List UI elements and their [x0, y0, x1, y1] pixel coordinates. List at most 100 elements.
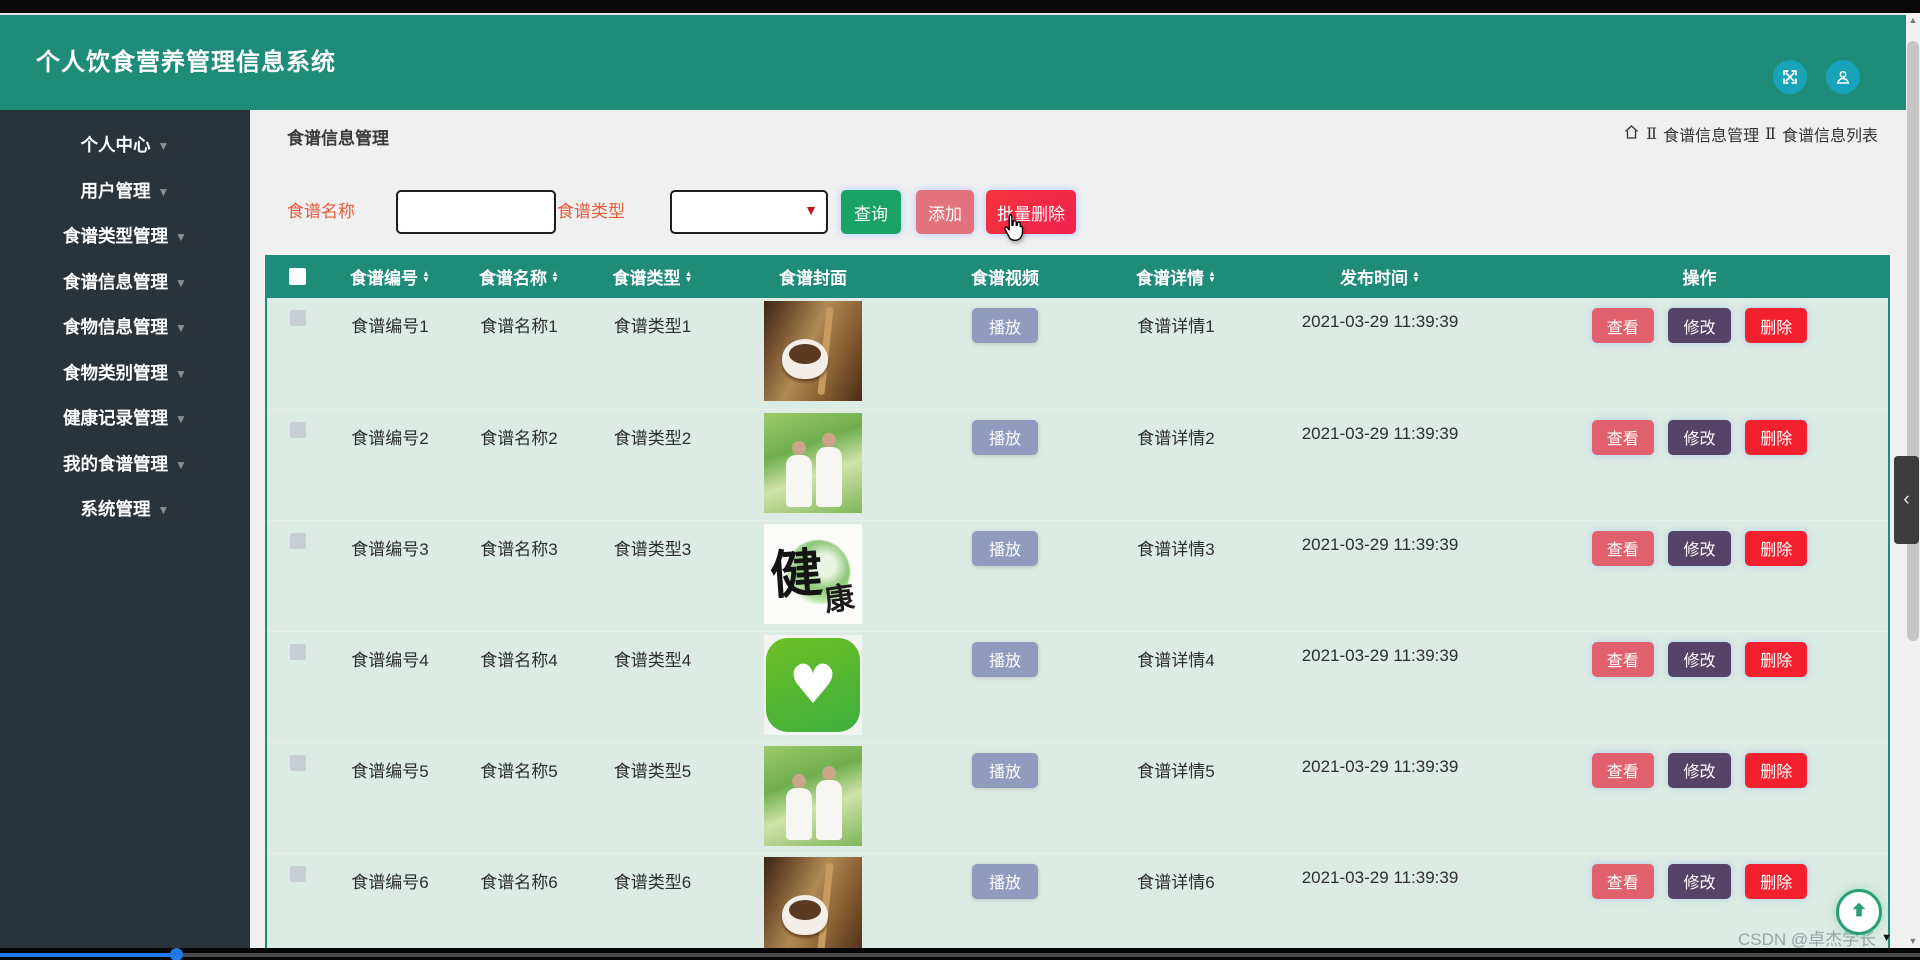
recipe-detail-cell: 食谱详情6	[1137, 872, 1215, 892]
panel-collapse-tab[interactable]: ‹	[1894, 456, 1919, 544]
view-button[interactable]: 查看	[1591, 530, 1654, 566]
delete-button[interactable]: 删除	[1745, 641, 1808, 677]
edit-button[interactable]: 修改	[1668, 752, 1731, 788]
delete-button[interactable]: 删除	[1745, 863, 1808, 899]
sort-icon[interactable]: ▲ ▼	[551, 269, 559, 283]
table-row: 食谱编号2 食谱名称2 食谱类型2 播放 食谱详情2 2021-03-29 11…	[266, 409, 1889, 521]
sidebar-item-0[interactable]: 个人中心 ▼	[0, 122, 250, 168]
delete-button[interactable]: 删除	[1745, 419, 1808, 455]
play-video-button[interactable]: 播放	[972, 752, 1038, 788]
sidebar-item-1[interactable]: 用户管理 ▼	[0, 168, 250, 214]
row-checkbox[interactable]	[289, 310, 306, 326]
column-header[interactable]: 发布时间 ▲ ▼	[1249, 255, 1511, 298]
breadcrumb-item-parent[interactable]: 食谱信息管理	[1663, 122, 1759, 146]
edit-button[interactable]: 修改	[1668, 863, 1731, 899]
column-header-label: 操作	[1682, 269, 1717, 288]
table-row: 食谱编号5 食谱名称5 食谱类型5 播放 食谱详情5 2021-03-29 11…	[266, 742, 1889, 854]
delete-button[interactable]: 删除	[1745, 752, 1808, 788]
player-progress-handle[interactable]	[170, 948, 183, 960]
column-header-label: 食谱编号	[350, 269, 419, 288]
home-icon[interactable]	[1623, 124, 1640, 145]
recipe-name-cell: 食谱名称4	[480, 650, 558, 670]
cover-image-health-calligraphy: 健康	[764, 523, 862, 624]
sort-icon[interactable]: ▲ ▼	[422, 269, 430, 283]
column-header[interactable]: 食谱详情 ▲ ▼	[1103, 255, 1249, 298]
player-progress-track[interactable]	[0, 953, 1920, 957]
batch-delete-button[interactable]: 批量删除	[986, 190, 1076, 234]
breadcrumb-item-current[interactable]: 食谱信息列表	[1782, 122, 1878, 146]
sort-icon[interactable]: ▲ ▼	[1412, 269, 1420, 283]
column-header-label: 食谱名称	[479, 269, 548, 288]
sidebar-nav: 个人中心 ▼ 用户管理 ▼ 食谱类型管理 ▼ 食谱信息管理 ▼ 食物信息管理 ▼…	[0, 110, 250, 948]
row-checkbox[interactable]	[289, 532, 306, 549]
recipe-type-select[interactable]	[670, 190, 828, 234]
breadcrumb: Ⅱ 食谱信息管理 Ⅱ 食谱信息列表	[1623, 122, 1878, 146]
main-content: 食谱信息管理 Ⅱ 食谱信息管理 Ⅱ 食谱信息列表 食谱名称 食谱类型 ▼ 查询 …	[250, 110, 1920, 948]
back-to-top-button[interactable]	[1836, 889, 1882, 935]
row-checkbox[interactable]	[289, 421, 306, 438]
app-title: 个人饮食营养管理信息系统	[36, 49, 336, 76]
publish-time-cell: 2021-03-29 11:39:39	[1301, 312, 1459, 331]
video-player-bar	[0, 948, 1920, 960]
sidebar-item-6[interactable]: 健康记录管理 ▼	[0, 395, 250, 441]
cover-image-food-bowl	[764, 301, 862, 401]
view-button[interactable]: 查看	[1591, 752, 1654, 788]
delete-button[interactable]: 删除	[1745, 308, 1808, 343]
sort-icon[interactable]: ▲ ▼	[1208, 269, 1216, 283]
sidebar-item-2[interactable]: 食谱类型管理 ▼	[0, 213, 250, 259]
recipe-type-cell: 食谱类型2	[613, 428, 692, 448]
sidebar-item-7[interactable]: 我的食谱管理 ▼	[0, 441, 250, 487]
recipe-detail-cell: 食谱详情2	[1137, 428, 1215, 448]
view-button[interactable]: 查看	[1591, 863, 1654, 899]
delete-button[interactable]: 删除	[1745, 530, 1808, 566]
recipe-name-cell: 食谱名称6	[480, 872, 558, 892]
sort-icon[interactable]: ▲ ▼	[685, 269, 693, 283]
add-button[interactable]: 添加	[916, 190, 974, 234]
edit-button[interactable]: 修改	[1668, 419, 1731, 455]
column-header[interactable]: 食谱类型 ▲ ▼	[586, 255, 719, 298]
select-all-checkbox[interactable]	[289, 268, 306, 285]
search-button[interactable]: 查询	[841, 190, 901, 234]
publish-time-cell: 2021-03-29 11:39:39	[1301, 867, 1459, 887]
row-checkbox[interactable]	[289, 865, 306, 882]
table-header-row: 食谱编号 ▲ ▼ 食谱名称 ▲ ▼ 食谱类型 ▲ ▼ 食谱封面 食谱视频 食谱详情 ▲ ▼ 发布时间 ▲ ▼ 操作	[266, 255, 1889, 298]
breadcrumb-separator: Ⅱ	[1646, 126, 1658, 143]
chevron-down-icon: ▼	[175, 321, 187, 336]
recipe-type-cell: 食谱类型5	[613, 761, 692, 781]
fullscreen-button[interactable]	[1773, 60, 1807, 94]
recipe-name-cell: 食谱名称2	[480, 428, 558, 448]
scroll-down-icon[interactable]: ▼	[1906, 936, 1920, 946]
sidebar-item-5[interactable]: 食物类别管理 ▼	[0, 350, 250, 396]
chevron-down-icon: ▼	[175, 412, 187, 427]
cover-image-elderly-couple	[764, 745, 862, 846]
sidebar-item-8[interactable]: 系统管理 ▼	[0, 486, 250, 532]
player-progress-fill	[0, 953, 178, 957]
recipe-id-cell: 食谱编号1	[351, 317, 429, 336]
play-video-button[interactable]: 播放	[972, 308, 1038, 343]
row-checkbox[interactable]	[289, 754, 306, 771]
column-header[interactable]: 食谱编号 ▲ ▼	[328, 255, 452, 298]
recipe-name-cell: 食谱名称5	[480, 761, 558, 781]
column-header-label: 食谱封面	[779, 269, 847, 288]
chevron-down-icon: ▼	[157, 139, 170, 154]
row-checkbox[interactable]	[289, 643, 306, 660]
edit-button[interactable]: 修改	[1668, 641, 1731, 677]
recipe-name-input[interactable]	[396, 190, 556, 234]
view-button[interactable]: 查看	[1591, 641, 1654, 677]
sidebar-item-3[interactable]: 食谱信息管理 ▼	[0, 259, 250, 305]
play-video-button[interactable]: 播放	[972, 641, 1038, 677]
view-button[interactable]: 查看	[1591, 308, 1654, 343]
edit-button[interactable]: 修改	[1668, 530, 1731, 566]
edit-button[interactable]: 修改	[1668, 308, 1731, 343]
column-header[interactable]: 食谱名称 ▲ ▼	[452, 255, 586, 298]
recipe-id-cell: 食谱编号6	[351, 872, 429, 892]
sidebar-item-4[interactable]: 食物信息管理 ▼	[0, 304, 250, 350]
scroll-up-icon[interactable]: ▲	[1906, 15, 1920, 25]
view-button[interactable]: 查看	[1591, 419, 1654, 455]
play-video-button[interactable]: 播放	[972, 863, 1038, 899]
scrollbar-thumb[interactable]	[1907, 41, 1919, 641]
publish-time-cell: 2021-03-29 11:39:39	[1301, 534, 1459, 554]
user-profile-button[interactable]	[1826, 60, 1860, 94]
play-video-button[interactable]: 播放	[972, 530, 1038, 566]
play-video-button[interactable]: 播放	[972, 419, 1038, 455]
